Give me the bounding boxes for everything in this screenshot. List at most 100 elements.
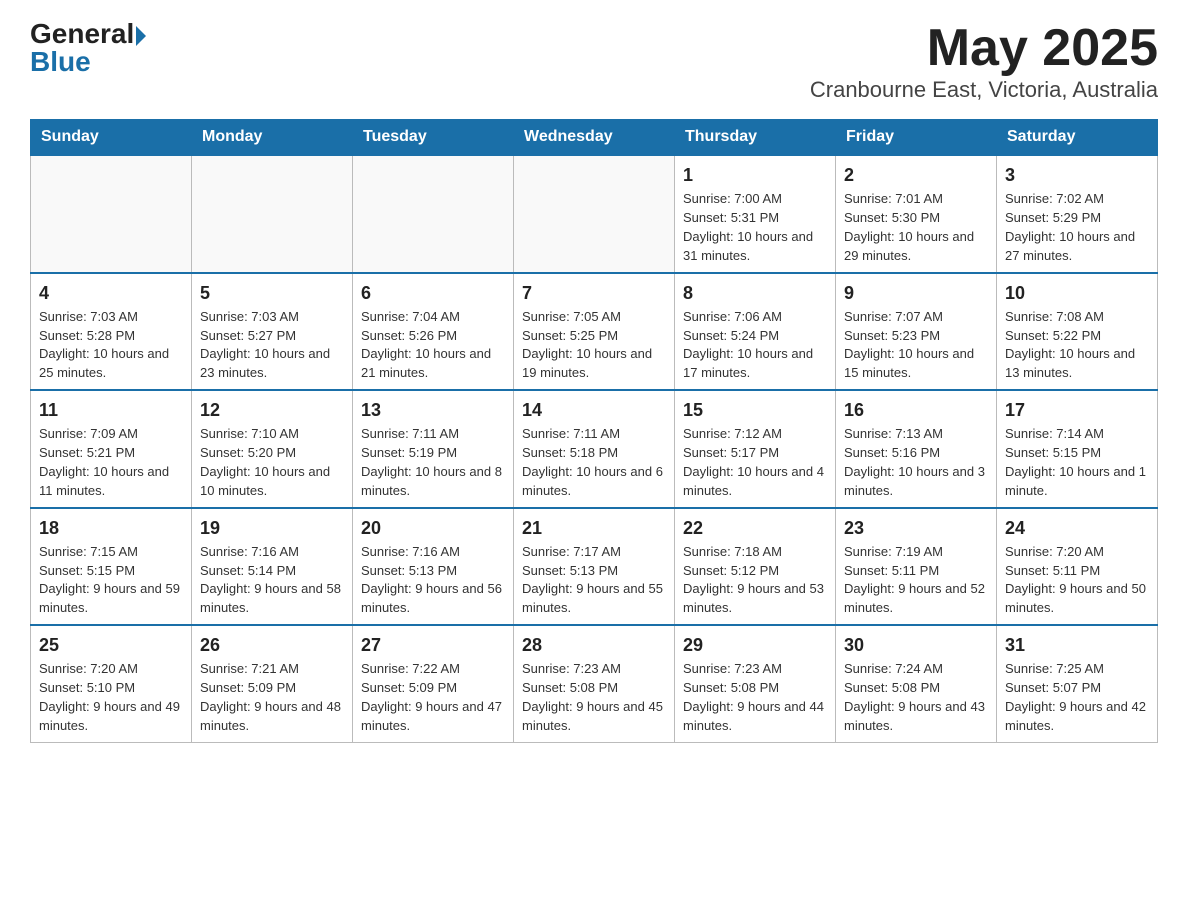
logo-general-text: General [30, 20, 134, 48]
day-number: 3 [1005, 162, 1149, 188]
calendar-cell: 9Sunrise: 7:07 AM Sunset: 5:23 PM Daylig… [836, 273, 997, 390]
day-number: 23 [844, 515, 988, 541]
logo-blue-text: Blue [30, 48, 146, 76]
day-info: Sunrise: 7:12 AM Sunset: 5:17 PM Dayligh… [683, 425, 827, 500]
day-number: 22 [683, 515, 827, 541]
week-row-4: 18Sunrise: 7:15 AM Sunset: 5:15 PM Dayli… [31, 508, 1158, 625]
day-number: 7 [522, 280, 666, 306]
calendar-cell: 1Sunrise: 7:00 AM Sunset: 5:31 PM Daylig… [675, 155, 836, 272]
day-number: 21 [522, 515, 666, 541]
day-info: Sunrise: 7:04 AM Sunset: 5:26 PM Dayligh… [361, 308, 505, 383]
day-number: 19 [200, 515, 344, 541]
calendar-cell: 4Sunrise: 7:03 AM Sunset: 5:28 PM Daylig… [31, 273, 192, 390]
day-info: Sunrise: 7:15 AM Sunset: 5:15 PM Dayligh… [39, 543, 183, 618]
day-info: Sunrise: 7:19 AM Sunset: 5:11 PM Dayligh… [844, 543, 988, 618]
day-number: 17 [1005, 397, 1149, 423]
calendar-cell: 18Sunrise: 7:15 AM Sunset: 5:15 PM Dayli… [31, 508, 192, 625]
calendar-cell: 21Sunrise: 7:17 AM Sunset: 5:13 PM Dayli… [514, 508, 675, 625]
calendar-cell: 24Sunrise: 7:20 AM Sunset: 5:11 PM Dayli… [997, 508, 1158, 625]
weekday-header-wednesday: Wednesday [514, 120, 675, 156]
calendar-cell: 12Sunrise: 7:10 AM Sunset: 5:20 PM Dayli… [192, 390, 353, 507]
calendar-cell: 28Sunrise: 7:23 AM Sunset: 5:08 PM Dayli… [514, 625, 675, 742]
day-info: Sunrise: 7:20 AM Sunset: 5:11 PM Dayligh… [1005, 543, 1149, 618]
calendar-cell: 29Sunrise: 7:23 AM Sunset: 5:08 PM Dayli… [675, 625, 836, 742]
day-info: Sunrise: 7:03 AM Sunset: 5:28 PM Dayligh… [39, 308, 183, 383]
day-info: Sunrise: 7:23 AM Sunset: 5:08 PM Dayligh… [522, 660, 666, 735]
day-number: 2 [844, 162, 988, 188]
day-info: Sunrise: 7:02 AM Sunset: 5:29 PM Dayligh… [1005, 190, 1149, 265]
day-info: Sunrise: 7:16 AM Sunset: 5:13 PM Dayligh… [361, 543, 505, 618]
calendar-cell: 6Sunrise: 7:04 AM Sunset: 5:26 PM Daylig… [353, 273, 514, 390]
calendar-cell: 8Sunrise: 7:06 AM Sunset: 5:24 PM Daylig… [675, 273, 836, 390]
day-number: 18 [39, 515, 183, 541]
day-info: Sunrise: 7:20 AM Sunset: 5:10 PM Dayligh… [39, 660, 183, 735]
calendar-cell: 13Sunrise: 7:11 AM Sunset: 5:19 PM Dayli… [353, 390, 514, 507]
calendar-table: SundayMondayTuesdayWednesdayThursdayFrid… [30, 119, 1158, 742]
title-block: May 2025 Cranbourne East, Victoria, Aust… [810, 20, 1158, 103]
weekday-header-saturday: Saturday [997, 120, 1158, 156]
day-number: 31 [1005, 632, 1149, 658]
weekday-header-tuesday: Tuesday [353, 120, 514, 156]
day-number: 5 [200, 280, 344, 306]
day-info: Sunrise: 7:09 AM Sunset: 5:21 PM Dayligh… [39, 425, 183, 500]
day-number: 13 [361, 397, 505, 423]
calendar-cell: 31Sunrise: 7:25 AM Sunset: 5:07 PM Dayli… [997, 625, 1158, 742]
day-number: 30 [844, 632, 988, 658]
day-number: 9 [844, 280, 988, 306]
calendar-cell: 19Sunrise: 7:16 AM Sunset: 5:14 PM Dayli… [192, 508, 353, 625]
day-info: Sunrise: 7:06 AM Sunset: 5:24 PM Dayligh… [683, 308, 827, 383]
day-number: 27 [361, 632, 505, 658]
day-info: Sunrise: 7:11 AM Sunset: 5:18 PM Dayligh… [522, 425, 666, 500]
month-title: May 2025 [810, 20, 1158, 77]
day-number: 11 [39, 397, 183, 423]
day-info: Sunrise: 7:16 AM Sunset: 5:14 PM Dayligh… [200, 543, 344, 618]
calendar-cell: 3Sunrise: 7:02 AM Sunset: 5:29 PM Daylig… [997, 155, 1158, 272]
calendar-cell: 17Sunrise: 7:14 AM Sunset: 5:15 PM Dayli… [997, 390, 1158, 507]
calendar-cell: 14Sunrise: 7:11 AM Sunset: 5:18 PM Dayli… [514, 390, 675, 507]
calendar-cell: 15Sunrise: 7:12 AM Sunset: 5:17 PM Dayli… [675, 390, 836, 507]
week-row-3: 11Sunrise: 7:09 AM Sunset: 5:21 PM Dayli… [31, 390, 1158, 507]
day-info: Sunrise: 7:01 AM Sunset: 5:30 PM Dayligh… [844, 190, 988, 265]
day-info: Sunrise: 7:25 AM Sunset: 5:07 PM Dayligh… [1005, 660, 1149, 735]
day-number: 12 [200, 397, 344, 423]
day-number: 8 [683, 280, 827, 306]
day-number: 16 [844, 397, 988, 423]
week-row-2: 4Sunrise: 7:03 AM Sunset: 5:28 PM Daylig… [31, 273, 1158, 390]
day-info: Sunrise: 7:05 AM Sunset: 5:25 PM Dayligh… [522, 308, 666, 383]
day-info: Sunrise: 7:24 AM Sunset: 5:08 PM Dayligh… [844, 660, 988, 735]
calendar-cell: 16Sunrise: 7:13 AM Sunset: 5:16 PM Dayli… [836, 390, 997, 507]
day-info: Sunrise: 7:18 AM Sunset: 5:12 PM Dayligh… [683, 543, 827, 618]
day-info: Sunrise: 7:07 AM Sunset: 5:23 PM Dayligh… [844, 308, 988, 383]
day-number: 4 [39, 280, 183, 306]
day-info: Sunrise: 7:22 AM Sunset: 5:09 PM Dayligh… [361, 660, 505, 735]
calendar-cell: 27Sunrise: 7:22 AM Sunset: 5:09 PM Dayli… [353, 625, 514, 742]
day-info: Sunrise: 7:14 AM Sunset: 5:15 PM Dayligh… [1005, 425, 1149, 500]
calendar-cell: 2Sunrise: 7:01 AM Sunset: 5:30 PM Daylig… [836, 155, 997, 272]
day-number: 14 [522, 397, 666, 423]
day-number: 20 [361, 515, 505, 541]
day-info: Sunrise: 7:13 AM Sunset: 5:16 PM Dayligh… [844, 425, 988, 500]
day-number: 6 [361, 280, 505, 306]
calendar-cell: 20Sunrise: 7:16 AM Sunset: 5:13 PM Dayli… [353, 508, 514, 625]
day-number: 24 [1005, 515, 1149, 541]
day-info: Sunrise: 7:11 AM Sunset: 5:19 PM Dayligh… [361, 425, 505, 500]
calendar-cell [514, 155, 675, 272]
day-number: 10 [1005, 280, 1149, 306]
calendar-cell [31, 155, 192, 272]
logo-arrow-icon [136, 26, 146, 46]
weekday-header-sunday: Sunday [31, 120, 192, 156]
calendar-cell: 5Sunrise: 7:03 AM Sunset: 5:27 PM Daylig… [192, 273, 353, 390]
day-info: Sunrise: 7:21 AM Sunset: 5:09 PM Dayligh… [200, 660, 344, 735]
day-info: Sunrise: 7:08 AM Sunset: 5:22 PM Dayligh… [1005, 308, 1149, 383]
weekday-header-friday: Friday [836, 120, 997, 156]
weekday-header-thursday: Thursday [675, 120, 836, 156]
day-info: Sunrise: 7:17 AM Sunset: 5:13 PM Dayligh… [522, 543, 666, 618]
day-number: 28 [522, 632, 666, 658]
calendar-cell: 25Sunrise: 7:20 AM Sunset: 5:10 PM Dayli… [31, 625, 192, 742]
calendar-cell [353, 155, 514, 272]
day-number: 1 [683, 162, 827, 188]
location-title: Cranbourne East, Victoria, Australia [810, 77, 1158, 103]
page-header: General Blue May 2025 Cranbourne East, V… [30, 20, 1158, 103]
calendar-cell: 10Sunrise: 7:08 AM Sunset: 5:22 PM Dayli… [997, 273, 1158, 390]
week-row-1: 1Sunrise: 7:00 AM Sunset: 5:31 PM Daylig… [31, 155, 1158, 272]
